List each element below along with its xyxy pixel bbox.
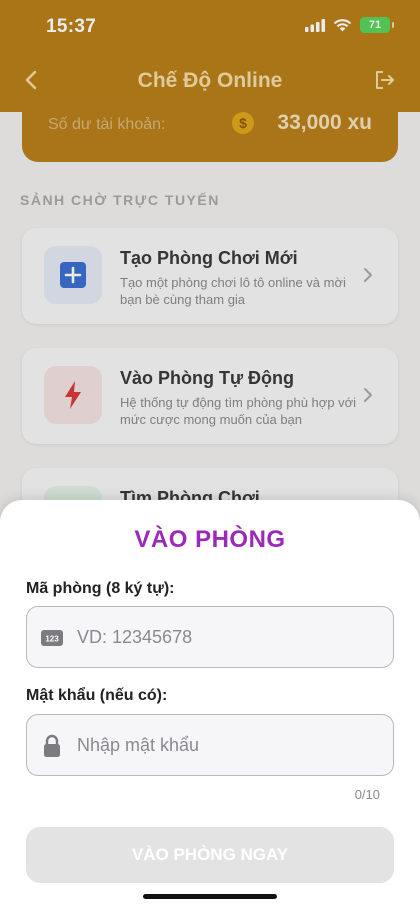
password-label: Mật khẩu (nếu có):	[26, 687, 168, 704]
room-code-field[interactable]: 123	[26, 606, 394, 668]
number-pad-icon: 123	[41, 630, 63, 646]
lock-icon	[44, 734, 60, 757]
room-code-label: Mã phòng (8 ký tự):	[26, 580, 175, 597]
password-input[interactable]	[77, 715, 377, 775]
password-char-counter: 0/10	[354, 787, 380, 802]
password-field[interactable]	[26, 714, 394, 776]
room-code-input[interactable]	[77, 607, 377, 667]
svg-text:123: 123	[45, 635, 59, 644]
home-indicator	[143, 894, 277, 899]
sheet-title: VÀO PHÒNG	[134, 526, 286, 553]
join-room-button[interactable]: VÀO PHÒNG NGAY	[26, 827, 394, 883]
join-room-sheet: VÀO PHÒNG Mã phòng (8 ký tự): 123 Mật kh…	[0, 500, 420, 909]
